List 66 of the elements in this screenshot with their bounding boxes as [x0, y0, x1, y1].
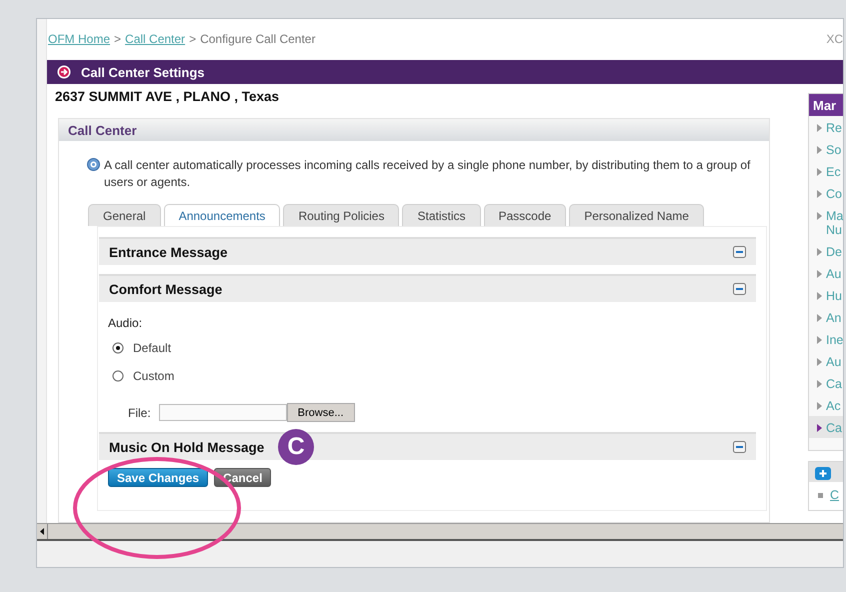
triangle-icon — [817, 358, 822, 366]
top-right-text: XC — [826, 32, 843, 46]
sidebar-item[interactable]: Au — [809, 262, 843, 284]
sidebar-link[interactable]: C — [830, 488, 840, 502]
sidebar-item[interactable]: Co — [809, 182, 843, 204]
sidebar-item[interactable]: Ac — [809, 394, 843, 416]
collapse-icon[interactable] — [733, 441, 746, 453]
triangle-icon — [817, 270, 822, 278]
info-text: A call center automatically processes incoming calls received by a single phone number, by distributing them to a group of users or agents. — [104, 157, 752, 191]
sidebar-item[interactable]: An — [809, 306, 843, 328]
breadcrumb-current: Configure Call Center — [200, 32, 316, 46]
sidebar-item[interactable]: Ca — [809, 416, 843, 438]
tab[interactable]: Passcode — [484, 204, 566, 226]
arrow-circle-icon — [57, 65, 71, 79]
tab[interactable]: General — [88, 204, 161, 226]
browse-button[interactable]: Browse... — [286, 403, 355, 422]
sidebar-item[interactable]: Ca — [809, 372, 843, 394]
triangle-icon — [817, 314, 822, 322]
scroll-left-icon[interactable] — [40, 528, 44, 535]
tab[interactable]: Announcements — [164, 204, 280, 226]
breadcrumb-separator: > — [114, 32, 122, 46]
section-header[interactable]: Comfort Message — [99, 274, 756, 302]
plus-icon[interactable] — [815, 464, 831, 480]
breadcrumb-separator: > — [189, 32, 196, 46]
triangle-icon — [817, 168, 822, 176]
radio-button[interactable] — [112, 370, 124, 382]
triangle-icon — [817, 292, 822, 300]
triangle-icon — [817, 146, 822, 154]
help-icon — [87, 158, 100, 171]
audio-label: Audio: — [108, 316, 144, 330]
file-field[interactable] — [158, 404, 287, 421]
triangle-icon — [817, 380, 822, 388]
triangle-icon — [817, 190, 822, 198]
radio-button[interactable] — [112, 342, 124, 354]
sidebar-item[interactable]: Hu — [809, 284, 843, 306]
address-text: 2637 SUMMIT AVE , PLANO , Texas — [54, 88, 280, 106]
sidebar-item[interactable]: Ec — [809, 160, 843, 182]
radio-label: Custom — [133, 369, 174, 383]
sidebar-item[interactable]: Au — [809, 350, 843, 372]
file-label: File: — [128, 406, 151, 420]
panel-title: Call Center — [59, 119, 769, 141]
tab[interactable]: Personalized Name — [569, 204, 704, 226]
save-button[interactable]: Save Changes — [108, 468, 208, 487]
tab[interactable]: Routing Policies — [283, 204, 400, 226]
section-header[interactable]: Entrance Message — [99, 237, 756, 265]
triangle-icon — [817, 212, 822, 220]
sidebar-item[interactable]: Re — [809, 116, 843, 138]
sidebar-item[interactable]: Ine — [809, 328, 843, 350]
tab[interactable]: Statistics — [402, 204, 480, 226]
horizontal-scrollbar[interactable] — [37, 523, 843, 541]
triangle-icon — [817, 124, 822, 132]
sidebar-item[interactable]: So — [809, 138, 843, 160]
breadcrumb-link[interactable]: Call Center — [125, 32, 186, 46]
breadcrumb-link[interactable]: OFM Home — [48, 32, 110, 46]
triangle-icon — [817, 402, 822, 410]
collapse-icon[interactable] — [733, 283, 746, 295]
radio-label: Default — [133, 341, 172, 355]
bullet-icon — [818, 492, 823, 498]
sidebar-item[interactable]: De — [809, 240, 843, 262]
settings-title: Call Center Settings — [81, 64, 205, 80]
collapse-icon[interactable] — [733, 246, 746, 258]
sidebar-item[interactable]: Ma Nu — [809, 204, 843, 240]
triangle-icon — [817, 424, 822, 432]
triangle-icon — [817, 336, 822, 344]
triangle-icon — [817, 248, 822, 256]
sidebar-title: Mar — [809, 94, 843, 116]
